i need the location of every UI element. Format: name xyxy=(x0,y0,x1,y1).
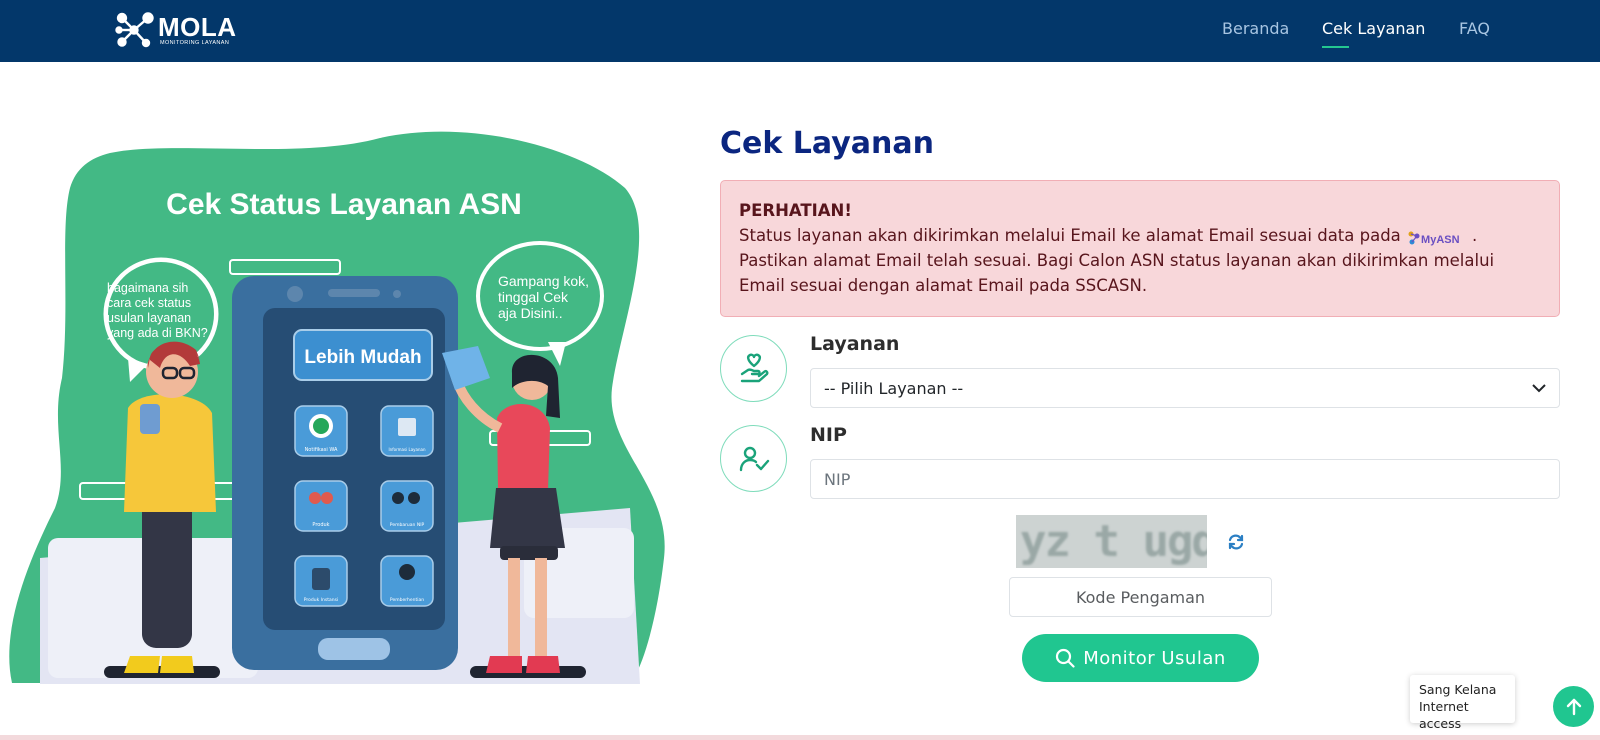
layanan-selected-value: -- Pilih Layanan -- xyxy=(824,378,964,398)
bubble-left-line: yang ada di BKN? xyxy=(107,326,208,340)
captcha-text: yz t ugq xyxy=(1020,516,1207,567)
arrow-up-icon xyxy=(1566,698,1581,715)
layanan-select[interactable]: -- Pilih Layanan -- xyxy=(810,368,1560,408)
bubble-left-line: bagaimana sih xyxy=(107,281,188,295)
phone-home-button xyxy=(318,638,390,660)
logo-tagline: MONITORING LAYANAN xyxy=(160,40,230,46)
footer-edge xyxy=(0,735,1600,740)
hero-heading: Cek Status Layanan ASN xyxy=(166,188,522,221)
app-icon-label: Pemberhentian xyxy=(390,597,424,603)
phone-camera xyxy=(287,286,303,302)
search-icon xyxy=(1056,648,1075,668)
app-icon-label: Informasi Layanan xyxy=(389,447,426,452)
myasn-logo-icon xyxy=(1408,231,1420,245)
user-check-icon xyxy=(739,446,769,471)
bubble-left-line: usulan layanan xyxy=(107,311,191,325)
monitor-usulan-button[interactable]: Monitor Usulan xyxy=(1022,634,1259,682)
layanan-icon-circle xyxy=(720,335,787,402)
nip-icon-circle xyxy=(720,425,787,492)
bubble-right-line: aja Disini.. xyxy=(498,305,563,321)
top-navbar: MOLA MONITORING LAYANAN Beranda Cek Laya… xyxy=(0,0,1600,62)
back-to-top-button[interactable] xyxy=(1553,686,1594,727)
app-icon-label: Produk Instansi xyxy=(304,597,338,603)
bubble-right-line: tinggal Cek xyxy=(498,289,569,305)
bubble-left-line: cara cek status xyxy=(107,296,191,310)
hand-heart-icon xyxy=(740,353,768,382)
chevron-down-icon xyxy=(1532,384,1546,393)
hero-illustration: Cek Status Layanan ASN bagaimana sih car… xyxy=(9,131,665,684)
nav-active-indicator xyxy=(1322,46,1349,48)
phone-banner-text: Lebih Mudah xyxy=(304,347,421,368)
alert-heading: PERHATIAN! xyxy=(739,201,852,220)
logo-name: MOLA xyxy=(158,12,237,42)
nip-label: NIP xyxy=(810,424,847,446)
nip-input[interactable] xyxy=(810,459,1560,499)
toast-line: Sang Kelana xyxy=(1419,682,1497,697)
monitor-usulan-label: Monitor Usulan xyxy=(1083,647,1226,669)
bubble-right-line: Gampang kok, xyxy=(498,273,589,289)
toast-line: Internet access xyxy=(1419,699,1469,731)
page-title: Cek Layanan xyxy=(720,126,934,161)
attention-alert: PERHATIAN! Status layanan akan dikirimka… xyxy=(720,180,1560,317)
network-toast: Sang Kelana Internet access xyxy=(1410,675,1515,731)
captcha-image: yz t ugq xyxy=(1016,515,1207,568)
refresh-captcha-icon[interactable] xyxy=(1226,532,1246,552)
app-icon-label: Pembaruan NIP xyxy=(390,522,425,528)
myasn-logo-label: MyASN xyxy=(1421,234,1460,246)
alert-text: Status layanan akan dikirimkan melalui E… xyxy=(739,226,1407,245)
app-icon-label: Notifikasi WA xyxy=(305,447,338,453)
nav-faq[interactable]: FAQ xyxy=(1459,19,1490,38)
myasn-logo: MyASN xyxy=(1407,225,1471,246)
nav-beranda[interactable]: Beranda xyxy=(1222,19,1289,38)
security-code-input[interactable] xyxy=(1009,577,1272,617)
molecule-logo-icon xyxy=(115,12,154,48)
nav-cek-layanan[interactable]: Cek Layanan xyxy=(1322,19,1425,38)
app-icon-label: Produk xyxy=(312,522,329,528)
layanan-label: Layanan xyxy=(810,333,900,355)
mola-logo[interactable]: MOLA MONITORING LAYANAN xyxy=(114,10,244,50)
